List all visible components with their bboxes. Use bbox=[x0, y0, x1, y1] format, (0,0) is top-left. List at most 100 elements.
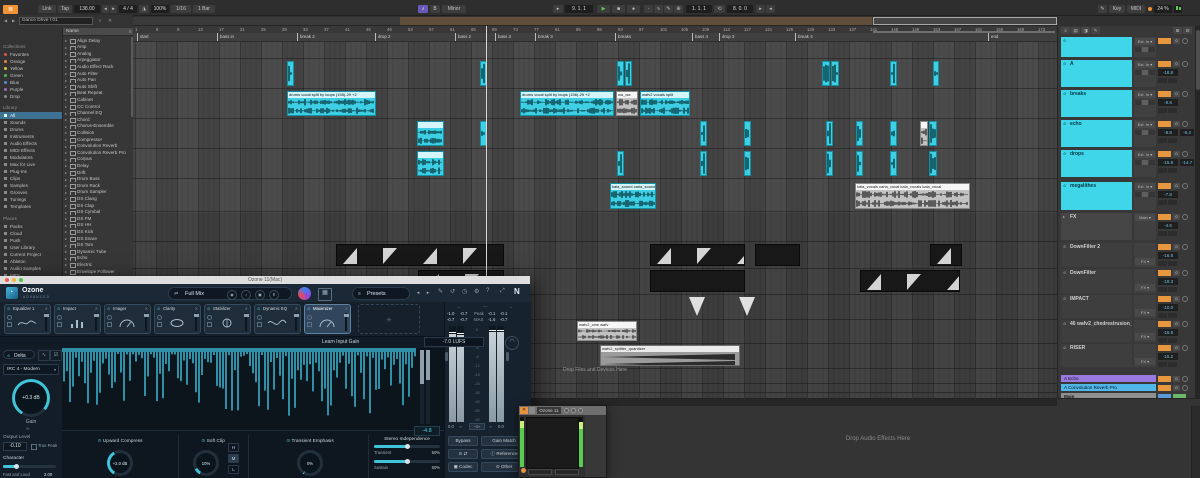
send-a-box[interactable] bbox=[1158, 78, 1167, 83]
metronome-toggle[interactable]: ◮ bbox=[139, 5, 149, 13]
clip-stop-button[interactable] bbox=[1158, 345, 1171, 351]
list-item[interactable]: ▸ Collision bbox=[63, 129, 134, 136]
list-item[interactable]: ▸ Electric bbox=[63, 261, 134, 268]
float-titlebar[interactable]: ✕ Ozone 11 bbox=[519, 406, 606, 415]
module-power-icon[interactable]: ⊙ bbox=[307, 306, 310, 311]
track-panel-scroll-handle[interactable] bbox=[1196, 30, 1200, 90]
slider-thumb[interactable] bbox=[93, 314, 99, 317]
module-gain-slider[interactable] bbox=[243, 313, 249, 331]
band-button-l[interactable]: L bbox=[228, 465, 239, 474]
io-toggle-icon[interactable]: ⊞ bbox=[1173, 27, 1182, 34]
solo-button[interactable] bbox=[1182, 376, 1188, 382]
quantize-menu[interactable]: 1/16 bbox=[171, 5, 191, 13]
time-signature[interactable]: 4 / 4 bbox=[119, 5, 137, 13]
track-activator[interactable]: 0 bbox=[1173, 321, 1180, 327]
sidebar-item-collection-purple[interactable]: Purple bbox=[0, 86, 62, 93]
slider-thumb[interactable] bbox=[405, 459, 410, 464]
list-item[interactable]: ▸ Auto Shift bbox=[63, 83, 134, 90]
module-gain-slider[interactable] bbox=[193, 313, 199, 331]
browser-close-icon[interactable]: ✕ bbox=[106, 17, 114, 25]
monitor-button-2[interactable] bbox=[1149, 192, 1155, 197]
clip-stop-button[interactable] bbox=[1158, 151, 1171, 157]
track-header-drops[interactable]: ⊙ drops bbox=[1061, 150, 1132, 177]
sustain-slider[interactable] bbox=[374, 459, 440, 464]
sidebar-item-collection-yellow[interactable]: Yellow bbox=[0, 65, 62, 72]
solo-button[interactable] bbox=[1182, 296, 1188, 302]
key-map-button[interactable]: Key bbox=[1109, 5, 1125, 13]
monitor-button-2[interactable] bbox=[1149, 100, 1155, 105]
send-a-box[interactable] bbox=[1158, 108, 1167, 113]
list-filter-icon[interactable]: ≙ bbox=[128, 29, 132, 35]
input-routing-chooser[interactable]: Ext. In ▾ bbox=[1135, 91, 1155, 98]
locator-bass-2[interactable]: bass 2 bbox=[455, 33, 471, 41]
monitor-button-0[interactable] bbox=[1135, 130, 1141, 135]
list-item[interactable]: ▸ Dynamic Tube bbox=[63, 248, 134, 255]
device-area-right-strip[interactable] bbox=[1191, 406, 1200, 478]
module-solo-icon[interactable] bbox=[307, 315, 312, 320]
automation-clip[interactable] bbox=[755, 244, 800, 266]
locator-end[interactable]: end bbox=[988, 33, 998, 41]
cpu-meter[interactable]: 24 % bbox=[1154, 5, 1172, 13]
sidebar-item-modulators[interactable]: Modulators bbox=[0, 154, 62, 161]
monitor-button-1[interactable] bbox=[1142, 160, 1148, 165]
audio-clip[interactable] bbox=[890, 61, 897, 86]
solo-button[interactable] bbox=[1182, 151, 1188, 157]
monitor-button-1[interactable] bbox=[1142, 47, 1148, 52]
track-header-a[interactable]: ⊙ A bbox=[1061, 60, 1132, 87]
delta-toggle[interactable]: ⊙ Delta bbox=[3, 350, 35, 359]
track-routing[interactable]: FX ▾ bbox=[1134, 320, 1156, 342]
track-activator[interactable]: 0 bbox=[1173, 91, 1180, 97]
arrangement-overview[interactable] bbox=[133, 17, 1057, 26]
list-item[interactable]: ▸ DS Clap bbox=[63, 202, 134, 209]
output-routing-chooser[interactable]: FX ▾ bbox=[1135, 309, 1155, 316]
audio-clip[interactable] bbox=[890, 121, 897, 146]
solo-button[interactable] bbox=[1182, 91, 1188, 97]
list-item[interactable]: ▸ Analog bbox=[63, 50, 134, 57]
locator-break-2[interactable]: break 2 bbox=[297, 33, 315, 41]
true-peak-checkbox[interactable] bbox=[31, 444, 37, 450]
list-item[interactable]: ▸ DS Kick bbox=[63, 228, 134, 235]
monitor-button-0[interactable] bbox=[1135, 160, 1141, 165]
clip-stop-button[interactable] bbox=[1158, 38, 1171, 44]
slider-thumb[interactable] bbox=[243, 314, 249, 317]
float-param-1[interactable] bbox=[528, 469, 552, 475]
fade-triangle-clip[interactable] bbox=[688, 296, 706, 317]
track-activator[interactable]: 0 bbox=[1173, 151, 1180, 157]
module-close-icon[interactable]: ✕ bbox=[95, 306, 98, 311]
nudge-up-button[interactable]: ▸ bbox=[110, 5, 117, 13]
track-routing[interactable]: FX ▾ bbox=[1134, 269, 1156, 293]
locator-drop-2[interactable]: drop 2 bbox=[375, 33, 390, 41]
send-a-box[interactable] bbox=[1158, 138, 1167, 143]
volume-display[interactable]: -16.8 bbox=[1158, 252, 1178, 259]
track-panel-icon-2[interactable]: ◨ bbox=[1081, 27, 1090, 34]
sidebar-item-place-cloud[interactable]: Cloud bbox=[0, 230, 62, 237]
list-item[interactable]: ▸ Drum Sampler bbox=[63, 189, 134, 196]
solo-button[interactable] bbox=[1182, 244, 1188, 250]
send-b-box[interactable] bbox=[1168, 313, 1177, 318]
list-item[interactable]: ▸ Echo bbox=[63, 255, 134, 262]
module-card-impact[interactable]: ⊙ Impact ✕ bbox=[54, 304, 101, 334]
module-grid-icon[interactable]: ▦ bbox=[318, 288, 332, 301]
presets-pill[interactable]: ≡ Presets bbox=[352, 287, 410, 300]
send-a-box[interactable] bbox=[1158, 362, 1167, 367]
track-header-impact[interactable]: ⊙ IMPACT bbox=[1061, 295, 1132, 318]
riser-clip[interactable]: wafv2_splitter_quantizer bbox=[600, 345, 740, 366]
audio-clip[interactable]: drums vocal split by loops (155)-29 +2 bbox=[287, 91, 376, 116]
track-panel-icon-1[interactable]: ▤ bbox=[1071, 27, 1080, 34]
character-slider[interactable] bbox=[3, 464, 56, 469]
monitor-button-2[interactable] bbox=[1149, 130, 1155, 135]
module-solo-icon[interactable] bbox=[7, 315, 12, 320]
audio-clip[interactable] bbox=[890, 151, 897, 176]
punch-out-button[interactable]: ◂ bbox=[766, 5, 775, 13]
audio-clip[interactable] bbox=[417, 151, 444, 176]
track-activator[interactable]: 0 bbox=[1173, 385, 1180, 391]
loop-toggle[interactable]: ⟲ bbox=[714, 5, 725, 13]
soft-clip-knob[interactable]: 10% bbox=[193, 450, 219, 476]
output-routing-chooser[interactable]: Main ▾ bbox=[1135, 214, 1155, 221]
scale-root[interactable]: B bbox=[430, 5, 440, 13]
audio-clip[interactable] bbox=[826, 151, 833, 176]
presets-label[interactable]: Presets bbox=[367, 291, 386, 297]
audio-clip[interactable] bbox=[826, 121, 833, 146]
mix-selector-label[interactable]: Full Mix bbox=[185, 291, 204, 297]
audio-clip[interactable]: kala_sound carla_sound bbox=[610, 183, 656, 209]
